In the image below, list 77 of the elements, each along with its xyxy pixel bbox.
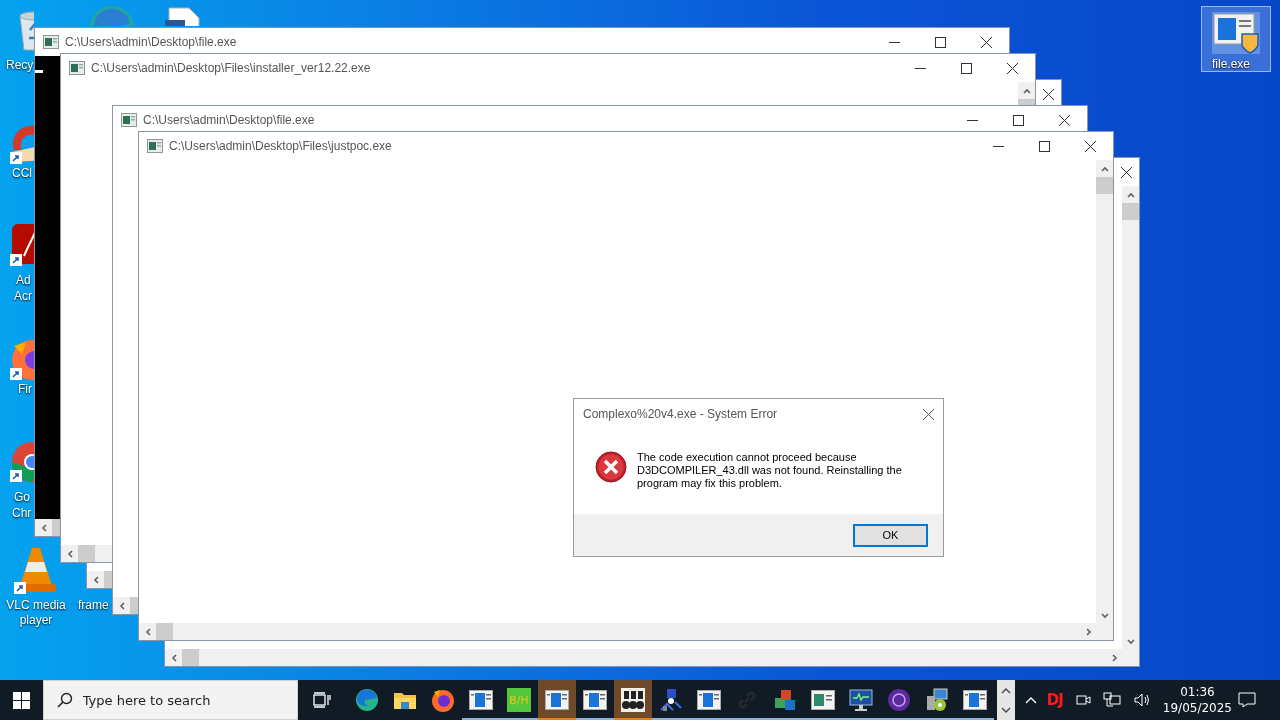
maximize-icon — [960, 62, 972, 74]
pdf-reader-icon[interactable] — [10, 222, 34, 266]
start-icon — [12, 691, 30, 709]
network-icon[interactable] — [1102, 692, 1121, 708]
window-app-icon — [43, 35, 59, 49]
scroll-thumb[interactable] — [52, 519, 60, 536]
error-message: The code execution cannot proceed because D3DCOMPILER_43.dll was not found. Reinstalling the program may fix this problem. — [637, 451, 903, 490]
task-view-icon — [313, 692, 331, 708]
clock[interactable]: 01:36 19/05/2025 — [1156, 684, 1238, 716]
dialog-title: Complexo%20v4.exe - System Error — [583, 407, 778, 421]
window-title: C:\Users\admin\Desktop\Files\installer_ver12.22.exe — [91, 61, 371, 75]
maximize-icon — [1012, 114, 1024, 126]
window-app-icon — [121, 113, 137, 127]
notification-icon[interactable] — [1238, 692, 1256, 708]
chevron-down-icon — [1000, 706, 1011, 714]
scroll-thumb[interactable] — [1018, 99, 1035, 105]
desktop-icon-label[interactable]: Acr — [14, 289, 32, 304]
window-title: C:\Users\admin\Desktop\file.exe — [65, 35, 237, 49]
scroll-thumb[interactable] — [182, 649, 199, 666]
desktop-icon-label[interactable]: Recy — [6, 58, 34, 73]
desktop-icon-label[interactable]: Ad — [16, 273, 31, 288]
taskbar-button[interactable] — [614, 680, 652, 720]
scroll-thumb[interactable] — [78, 545, 95, 562]
document-icon[interactable] — [165, 6, 201, 26]
ok-button[interactable]: OK — [853, 523, 928, 547]
window-title: C:\Users\admin\Desktop\file.exe — [143, 113, 315, 127]
chevron-up-icon — [1000, 686, 1011, 694]
close-icon — [980, 36, 992, 48]
window-app-icon — [69, 61, 85, 75]
folder-icon — [393, 690, 417, 710]
office-boxes-icon — [773, 688, 797, 712]
close-icon — [1042, 88, 1054, 100]
app-window-icon — [697, 690, 721, 710]
vertical-scrollbar[interactable] — [1096, 160, 1113, 623]
app-window-icon — [545, 690, 569, 710]
network-tool-icon — [659, 688, 683, 712]
app-window-icon — [811, 690, 835, 710]
tray-badge[interactable]: DJ — [1040, 691, 1069, 709]
taskbar-button[interactable] — [538, 680, 576, 720]
error-icon — [595, 451, 627, 483]
maximize-icon — [1038, 140, 1050, 152]
window-title: C:\Users\admin\Desktop\Files\justpoc.exe — [169, 139, 392, 153]
desktop-icon-label[interactable]: Chr — [12, 506, 32, 521]
search-field[interactable]: Type here to search — [42, 680, 298, 720]
desktop-icon-label[interactable]: frame — [78, 598, 109, 613]
close-icon — [1058, 114, 1070, 126]
close-icon — [922, 408, 934, 420]
traffic-cone-icon[interactable] — [14, 546, 58, 594]
chevron-up-icon — [1024, 696, 1037, 704]
installer-icon — [925, 688, 949, 712]
close-icon — [1120, 166, 1132, 178]
desktop-icon-label[interactable]: CCl — [12, 166, 32, 181]
desktop-icon-label[interactable]: Go — [14, 490, 30, 505]
app-window-icon — [583, 690, 607, 710]
installer-icon[interactable] — [1212, 12, 1260, 54]
scroll-thumb[interactable] — [104, 571, 112, 588]
desktop-icon-label[interactable]: file.exe — [1212, 57, 1251, 72]
chain-link-icon — [736, 689, 758, 711]
disc-icon — [887, 688, 911, 712]
app-window-icon — [963, 690, 987, 710]
scroll-thumb[interactable] — [156, 623, 173, 640]
maximize-icon — [934, 36, 946, 48]
scroll-thumb[interactable] — [1122, 203, 1139, 220]
desktop-icon-label[interactable]: Fir — [18, 382, 32, 397]
window-app-icon — [147, 139, 163, 153]
browser-icon — [355, 688, 379, 712]
search-icon — [56, 692, 73, 708]
app-window-icon — [469, 690, 493, 710]
close-icon — [1084, 140, 1096, 152]
close-icon — [1006, 62, 1018, 74]
scroll-thumb[interactable] — [130, 597, 138, 614]
firefox-icon — [431, 688, 455, 712]
speaker-icon[interactable] — [1132, 692, 1151, 708]
desktop-icon-label[interactable]: VLC media player — [0, 598, 72, 628]
scroll-thumb[interactable] — [1096, 177, 1113, 194]
binoculars-icon — [621, 688, 645, 712]
monitor-icon — [849, 688, 873, 712]
